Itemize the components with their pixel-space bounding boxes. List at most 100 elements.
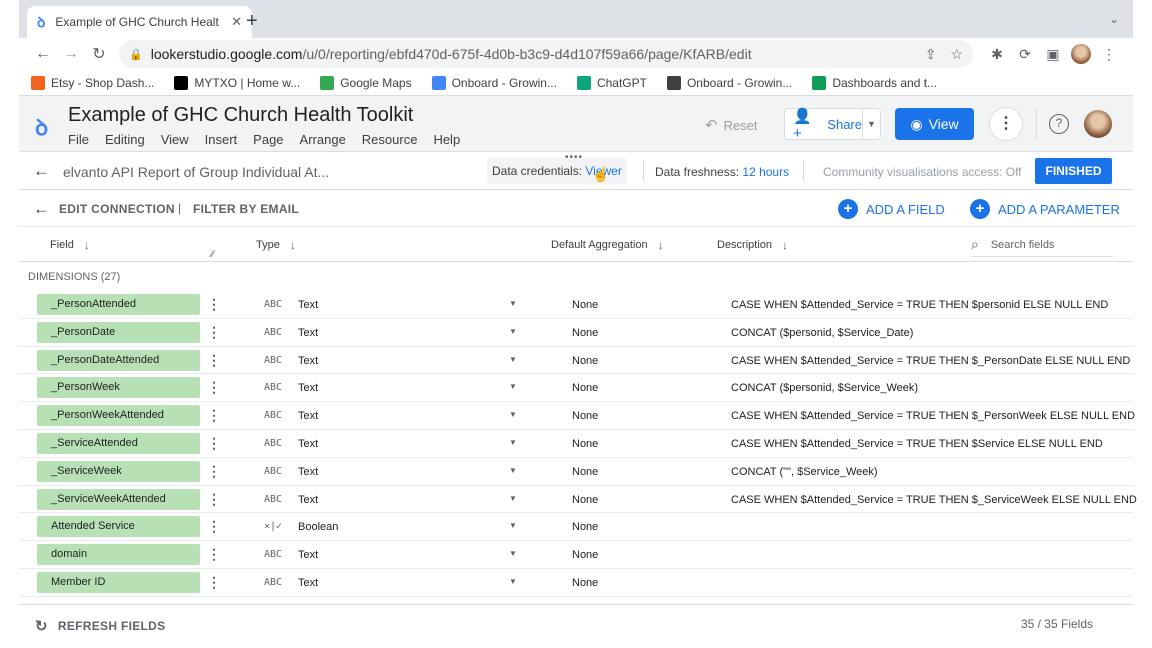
report-title[interactable]: Example of GHC Church Health Toolkit — [68, 104, 413, 127]
sort-arrow-icon[interactable]: ↓ — [782, 238, 788, 252]
field-aggregation[interactable]: None — [572, 299, 598, 311]
type-dropdown-icon[interactable]: ▼ — [509, 410, 517, 419]
bookmark-item[interactable]: Onboard - Growin... — [431, 75, 557, 90]
type-dropdown-icon[interactable]: ▼ — [509, 577, 517, 586]
field-type[interactable]: Text — [298, 382, 318, 394]
menu-item-arrange[interactable]: Arrange — [300, 132, 346, 147]
field-aggregation[interactable]: None — [572, 355, 598, 367]
field-type[interactable]: Boolean — [298, 521, 338, 533]
field-menu-icon[interactable]: ⋮ — [207, 491, 221, 507]
type-dropdown-icon[interactable]: ▼ — [509, 466, 517, 475]
share-main[interactable]: 👤+ Share — [785, 107, 862, 142]
bookmark-item[interactable]: Dashboards and t... — [812, 75, 937, 90]
browser-tab[interactable]: ꝺ Example of GHC Church Healt ✕ — [27, 6, 252, 38]
back-arrow-icon[interactable]: ← — [33, 161, 50, 181]
new-tab-icon[interactable]: + — [246, 10, 258, 33]
type-dropdown-icon[interactable]: ▼ — [509, 382, 517, 391]
address-bar[interactable]: 🔒 lookerstudio.google.com/u/0/reporting/… — [119, 40, 973, 68]
field-menu-icon[interactable]: ⋮ — [207, 574, 221, 590]
field-aggregation[interactable]: None — [572, 327, 598, 339]
field-type[interactable]: Text — [298, 410, 318, 422]
field-type[interactable]: Text — [298, 327, 318, 339]
resize-handle-icon[interactable]: ⁄⁄ — [211, 249, 214, 259]
share-page-icon[interactable]: ⇪ — [925, 46, 937, 63]
bookmark-item[interactable]: Onboard - Growin... — [666, 75, 792, 90]
field-type[interactable]: Text — [298, 494, 318, 506]
type-dropdown-icon[interactable]: ▼ — [509, 494, 517, 503]
field-menu-icon[interactable]: ⋮ — [207, 546, 221, 562]
add-field-button[interactable]: + ADD A FIELD — [838, 199, 945, 219]
refresh-fields-button[interactable]: ↻ REFRESH FIELDS — [35, 617, 165, 635]
more-options-icon[interactable]: ⋮ — [989, 107, 1023, 141]
menu-item-view[interactable]: View — [161, 132, 189, 147]
field-name-chip[interactable]: _ServiceWeekAttended — [37, 488, 200, 510]
field-name-chip[interactable]: _PersonAttended — [37, 294, 200, 315]
field-aggregation[interactable]: None — [572, 466, 598, 478]
looker-studio-logo-icon[interactable]: ꝺ — [35, 112, 48, 142]
account-avatar[interactable] — [1084, 110, 1112, 138]
header-type[interactable]: Type ↓ — [256, 238, 296, 252]
field-type[interactable]: Text — [298, 549, 318, 561]
field-type[interactable]: Text — [298, 355, 318, 367]
community-access[interactable]: Community visualisations access: Off — [823, 165, 1022, 179]
view-button[interactable]: ◉ View — [895, 108, 974, 140]
data-freshness[interactable]: Data freshness: 12 hours — [655, 165, 789, 179]
menu-item-file[interactable]: File — [68, 132, 89, 147]
field-aggregation[interactable]: None — [572, 494, 598, 506]
finished-button[interactable]: FINISHED — [1035, 158, 1112, 184]
field-name-chip[interactable]: _PersonWeek — [37, 377, 200, 399]
field-description[interactable]: CONCAT ($personid, $Service_Week) — [731, 382, 918, 394]
add-parameter-button[interactable]: + ADD A PARAMETER — [970, 199, 1120, 219]
field-name-chip[interactable]: Member ID — [37, 571, 200, 593]
help-icon[interactable]: ? — [1049, 114, 1069, 134]
menu-item-insert[interactable]: Insert — [205, 132, 238, 147]
field-type[interactable]: Text — [298, 438, 318, 450]
field-name-chip[interactable]: _PersonDateAttended — [37, 349, 200, 371]
menu-item-help[interactable]: Help — [433, 132, 460, 147]
tab-search-icon[interactable]: ⌄ — [1109, 12, 1119, 26]
field-type[interactable]: Text — [298, 466, 318, 478]
bookmark-item[interactable]: Google Maps — [320, 75, 412, 90]
sort-arrow-icon[interactable]: ↓ — [290, 238, 296, 252]
header-aggregation[interactable]: Default Aggregation ↓ — [551, 238, 664, 252]
bookmark-item[interactable]: ChatGPT — [576, 75, 647, 90]
field-menu-icon[interactable]: ⋮ — [207, 352, 221, 368]
reset-button[interactable]: ↶ Reset — [705, 116, 758, 134]
freshness-link[interactable]: 12 hours — [742, 165, 789, 179]
field-menu-icon[interactable]: ⋮ — [207, 324, 221, 340]
close-tab-icon[interactable]: ✕ — [231, 14, 242, 30]
type-dropdown-icon[interactable]: ▼ — [509, 299, 517, 308]
menu-item-page[interactable]: Page — [253, 132, 283, 147]
filter-by-email-button[interactable]: FILTER BY EMAIL — [193, 202, 299, 216]
reload-icon[interactable]: ↻ — [85, 44, 113, 64]
share-button[interactable]: 👤+ Share ▼ — [784, 107, 881, 142]
datasource-name[interactable]: elvanto API Report of Group Individual A… — [63, 164, 329, 180]
field-description[interactable]: CONCAT ("", $Service_Week) — [731, 466, 878, 478]
back-arrow-icon[interactable]: ← — [33, 199, 50, 219]
field-description[interactable]: CASE WHEN $Attended_Service = TRUE THEN … — [731, 299, 1108, 311]
share-dropdown-icon[interactable]: ▼ — [862, 109, 880, 139]
field-description[interactable]: CASE WHEN $Attended_Service = TRUE THEN … — [731, 438, 1103, 450]
sync-icon[interactable]: ⟳ — [1011, 46, 1039, 63]
field-menu-icon[interactable]: ⋮ — [207, 463, 221, 479]
field-type[interactable]: Text — [298, 577, 318, 589]
field-aggregation[interactable]: None — [572, 438, 598, 450]
field-menu-icon[interactable]: ⋮ — [207, 379, 221, 395]
header-field[interactable]: Field ↓ — [50, 238, 90, 252]
field-name-chip[interactable]: _PersonDate — [37, 321, 200, 343]
header-description[interactable]: Description ↓ — [717, 238, 788, 252]
type-dropdown-icon[interactable]: ▼ — [509, 549, 517, 558]
field-name-chip[interactable]: _PersonWeekAttended — [37, 405, 200, 427]
field-description[interactable]: CASE WHEN $Attended_Service = TRUE THEN … — [731, 355, 1130, 367]
type-dropdown-icon[interactable]: ▼ — [509, 438, 517, 447]
sort-arrow-icon[interactable]: ↓ — [658, 238, 664, 252]
edit-connection-button[interactable]: EDIT CONNECTION — [59, 202, 175, 216]
field-type[interactable]: Text — [298, 299, 318, 311]
bookmark-item[interactable]: MYTXO | Home w... — [174, 75, 300, 90]
field-aggregation[interactable]: None — [572, 521, 598, 533]
sort-arrow-icon[interactable]: ↓ — [84, 238, 90, 252]
bookmark-item[interactable]: Etsy - Shop Dash... — [31, 75, 154, 90]
field-name-chip[interactable]: _ServiceAttended — [37, 432, 200, 454]
field-menu-icon[interactable]: ⋮ — [207, 296, 221, 312]
menu-item-resource[interactable]: Resource — [362, 132, 418, 147]
